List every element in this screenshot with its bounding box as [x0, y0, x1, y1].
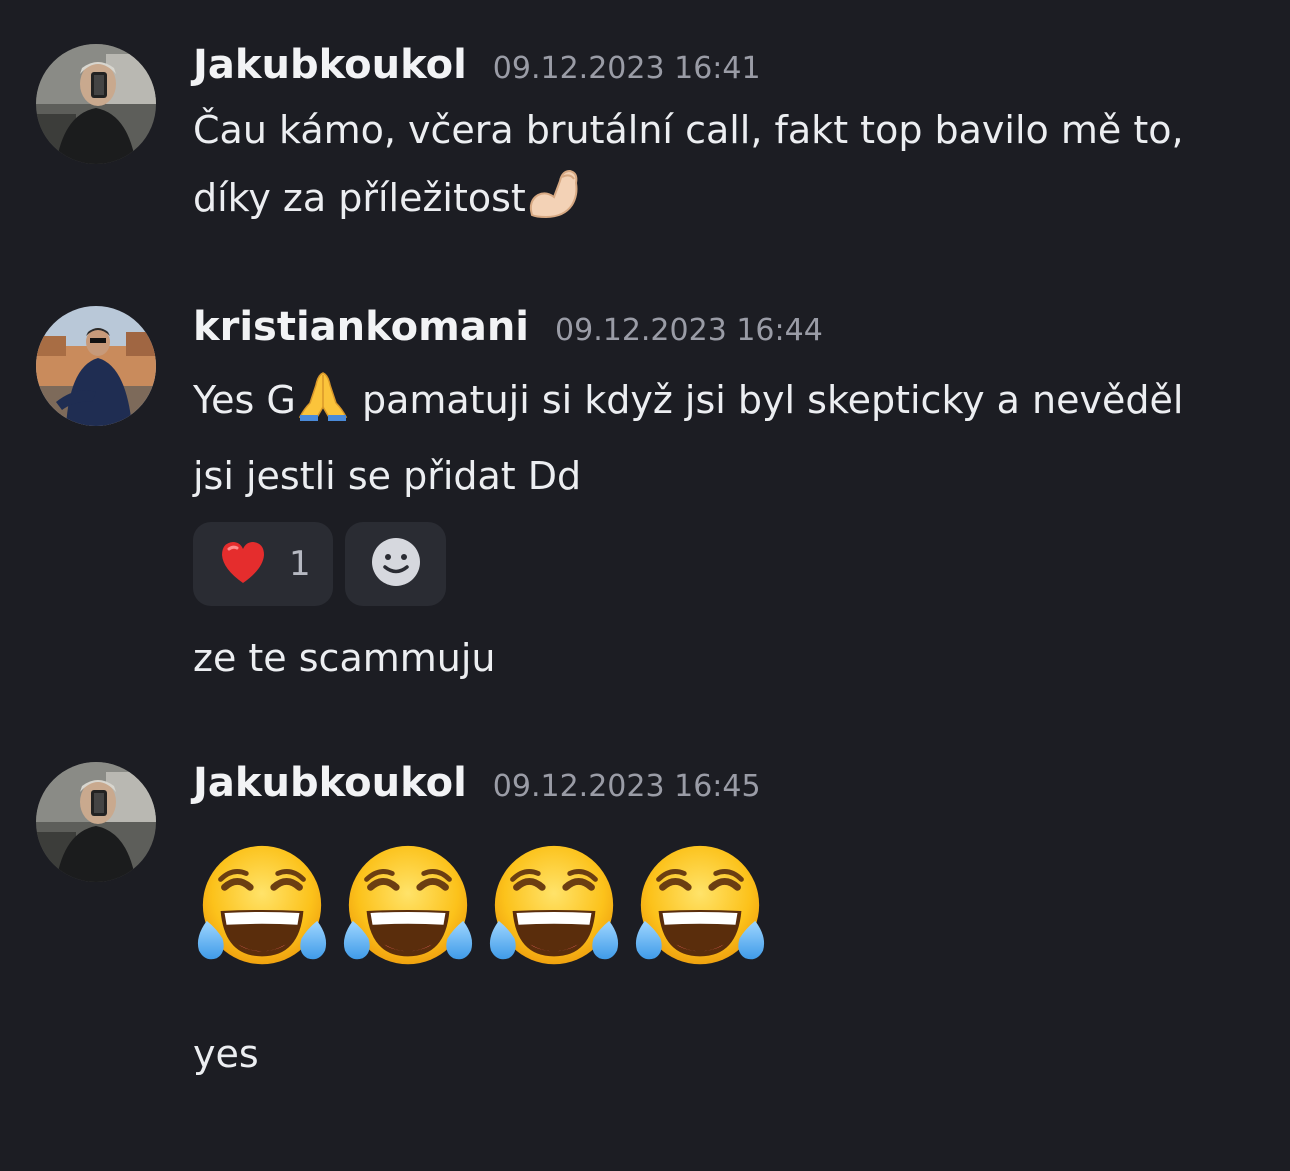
- avatar-jakubkoukol[interactable]: [36, 762, 156, 882]
- add-reaction-button[interactable]: [345, 522, 446, 606]
- message-text: Yes G pamatuji si když jsi byl skepticky…: [193, 366, 1263, 510]
- tears-of-joy-icon: [631, 840, 769, 978]
- message-line: Yes G pamatuji si když jsi byl skepticky…: [193, 366, 1263, 442]
- tears-of-joy-icon: [485, 840, 623, 978]
- flexed-biceps-icon: [526, 165, 584, 240]
- message-header: Jakubkoukol 09.12.2023 16:41: [193, 42, 761, 88]
- message-line: díky za příležitost: [193, 164, 1263, 240]
- reaction-count: 1: [289, 544, 311, 584]
- add-reaction-smiley-icon: [370, 536, 422, 592]
- username[interactable]: kristiankomani: [193, 304, 529, 350]
- avatar-kristiankomani[interactable]: [36, 306, 156, 426]
- message-line-text: díky za příležitost: [193, 176, 526, 220]
- message-text: ze te scammuju: [193, 624, 1263, 692]
- message-header: kristiankomani 09.12.2023 16:44: [193, 304, 823, 350]
- reaction-heart[interactable]: 1: [193, 522, 333, 606]
- timestamp: 09.12.2023 16:44: [555, 313, 823, 348]
- red-heart-icon: [219, 539, 267, 589]
- tears-of-joy-icon: [339, 840, 477, 978]
- message-line: jsi jestli se přidat Dd: [193, 454, 582, 498]
- message-line: yes: [193, 1032, 259, 1076]
- message-text: yes: [193, 1020, 1263, 1088]
- jumbo-emoji-row: [193, 840, 769, 978]
- message-line: Čau kámo, včera brutální call, fakt top …: [193, 108, 1184, 152]
- folded-hands-icon: [296, 369, 350, 442]
- message-line-text: Yes G: [193, 378, 296, 422]
- username[interactable]: Jakubkoukol: [193, 42, 467, 88]
- timestamp: 09.12.2023 16:45: [492, 769, 761, 804]
- timestamp: 09.12.2023 16:41: [492, 51, 761, 86]
- message-header: Jakubkoukol 09.12.2023 16:45: [193, 760, 761, 806]
- username[interactable]: Jakubkoukol: [193, 760, 467, 806]
- message-text: Čau kámo, včera brutální call, fakt top …: [193, 96, 1263, 240]
- tears-of-joy-icon: [193, 840, 331, 978]
- message-line: ze te scammuju: [193, 636, 496, 680]
- message-line-text: pamatuji si když jsi byl skepticky a nev…: [349, 378, 1184, 422]
- avatar-jakubkoukol[interactable]: [36, 44, 156, 164]
